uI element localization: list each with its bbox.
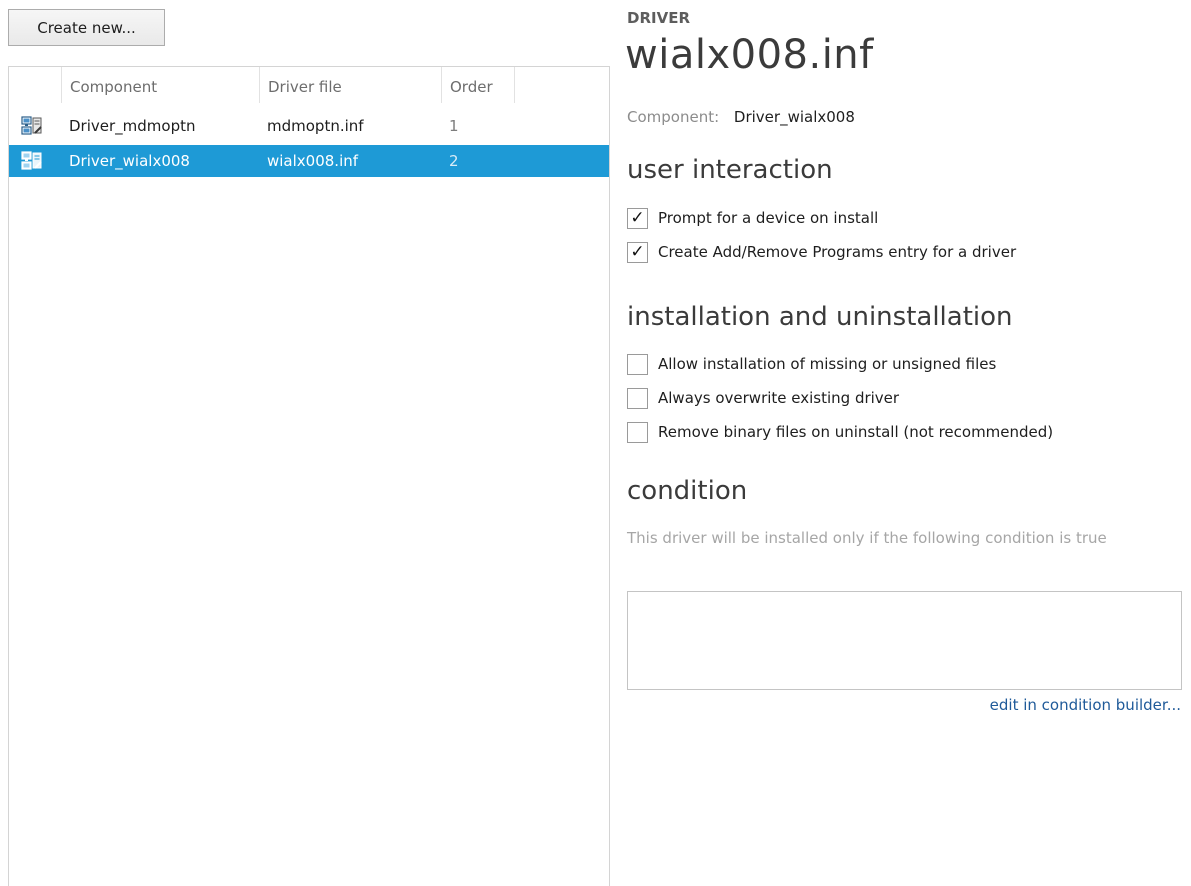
checkbox-label: Always overwrite existing driver bbox=[658, 389, 900, 407]
checkbox-unchecked-icon[interactable] bbox=[627, 353, 648, 375]
remove-binary-checkbox[interactable]: Remove binary files on uninstall (not re… bbox=[627, 420, 1053, 444]
checkbox-label: Create Add/Remove Programs entry for a d… bbox=[658, 243, 1017, 261]
driver-detail-panel: DRIVER wialx008.inf Component: Driver_wi… bbox=[625, 0, 1187, 886]
add-remove-programs-checkbox[interactable]: ✓ Create Add/Remove Programs entry for a… bbox=[627, 240, 1016, 264]
row-driver-file: wialx008.inf bbox=[267, 152, 359, 170]
always-overwrite-checkbox[interactable]: Always overwrite existing driver bbox=[627, 386, 899, 410]
prompt-device-checkbox[interactable]: ✓ Prompt for a device on install bbox=[627, 206, 878, 230]
checkbox-unchecked-icon[interactable] bbox=[627, 387, 648, 409]
page-title: wialx008.inf bbox=[625, 32, 874, 78]
row-order: 2 bbox=[449, 152, 459, 170]
row-component: Driver_wialx008 bbox=[69, 152, 190, 170]
section-kicker: DRIVER bbox=[627, 9, 690, 27]
checkbox-label: Prompt for a device on install bbox=[658, 209, 879, 227]
condition-description: This driver will be installed only if th… bbox=[627, 529, 1107, 547]
row-order: 1 bbox=[449, 117, 459, 135]
user-interaction-heading: user interaction bbox=[627, 155, 833, 185]
allow-unsigned-checkbox[interactable]: Allow installation of missing or unsigne… bbox=[627, 352, 996, 376]
edit-condition-link[interactable]: edit in condition builder... bbox=[990, 696, 1181, 714]
checkbox-label: Allow installation of missing or unsigne… bbox=[658, 355, 997, 373]
driver-icon bbox=[21, 151, 43, 171]
column-header-order[interactable]: Order bbox=[441, 67, 515, 103]
driver-icon bbox=[21, 116, 43, 136]
component-list: Component Driver file Order Driver_mdmop… bbox=[8, 66, 610, 886]
create-new-button[interactable]: Create new... bbox=[8, 9, 165, 46]
checkbox-label: Remove binary files on uninstall (not re… bbox=[658, 423, 1054, 441]
table-row[interactable]: Driver_mdmoptn mdmoptn.inf 1 bbox=[9, 110, 609, 142]
installation-heading: installation and uninstallation bbox=[627, 302, 1013, 332]
component-label: Component: bbox=[627, 108, 720, 126]
row-component: Driver_mdmoptn bbox=[69, 117, 196, 135]
row-driver-file: mdmoptn.inf bbox=[267, 117, 364, 135]
list-header: Component Driver file Order bbox=[9, 67, 609, 103]
column-header-driver-file[interactable]: Driver file bbox=[259, 67, 441, 103]
condition-heading: condition bbox=[627, 476, 748, 506]
table-row-selected[interactable]: Driver_wialx008 wialx008.inf 2 bbox=[9, 145, 609, 177]
checkbox-checked-icon[interactable]: ✓ bbox=[627, 207, 648, 229]
component-value: Driver_wialx008 bbox=[733, 108, 855, 126]
condition-field[interactable] bbox=[627, 591, 1182, 690]
column-header-component[interactable]: Component bbox=[61, 67, 259, 103]
component-info: Component: Driver_wialx008 bbox=[627, 108, 855, 126]
checkbox-unchecked-icon[interactable] bbox=[627, 421, 648, 443]
checkbox-checked-icon[interactable]: ✓ bbox=[627, 241, 648, 263]
